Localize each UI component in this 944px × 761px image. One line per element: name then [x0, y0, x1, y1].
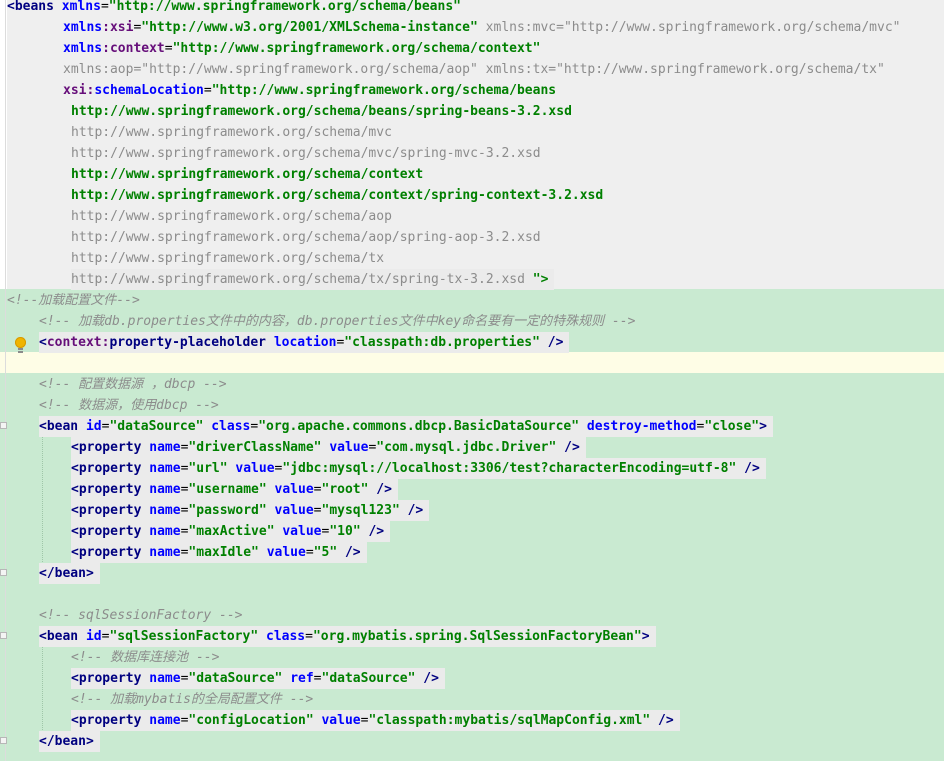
code-line-xmlns-xsi: xmlns:xsi="http://www.w3.org/2001/XMLSch… — [63, 20, 901, 35]
code-line-schema: http://www.springframework.org/schema/ao… — [71, 209, 392, 224]
comment-config-datasource: <!-- 配置数据源 ，dbcp --> — [39, 377, 227, 392]
indent-guide — [42, 436, 43, 562]
lightbulb-icon[interactable] — [15, 337, 26, 353]
comment-sqlsessionfactory: <!-- sqlSessionFactory --> — [39, 608, 243, 623]
code-line-xmlns-context: xmlns:context="http://www.springframewor… — [63, 41, 541, 56]
comment-mybatis-global-config: <!-- 加载mybatis的全局配置文件 --> — [71, 692, 314, 707]
code-line-schema-location: xsi:schemaLocation="http://www.springfra… — [63, 83, 557, 98]
code-line-schema: http://www.springframework.org/schema/mv… — [71, 146, 541, 161]
code-line-property-placeholder: <context:property-placeholder location="… — [39, 332, 570, 353]
comment-load-config: <!--加载配置文件--> — [7, 293, 140, 308]
caret-line-highlight — [0, 352, 944, 373]
fold-marker-bean-datasource[interactable] — [0, 422, 7, 429]
fold-marker-end-bean-datasource[interactable] — [0, 569, 7, 576]
code-line-xmlns-aop-tx: xmlns:aop="http://www.springframework.or… — [63, 62, 885, 77]
gutter-border — [5, 0, 6, 761]
code-line-bean-close: </bean> — [39, 563, 100, 584]
comment-load-db-properties: <!-- 加载db.properties文件中的内容，db.properties… — [39, 314, 636, 329]
code-line-property: <property name="password" value="mysql12… — [71, 500, 430, 521]
fold-marker-bean-ssf[interactable] — [0, 632, 7, 639]
code-line-bean-close: </bean> — [39, 731, 100, 752]
code-line-property: <property name="driverClassName" value="… — [71, 437, 586, 458]
code-line-schema: http://www.springframework.org/schema/tx — [71, 251, 385, 266]
code-line-schema: http://www.springframework.org/schema/ao… — [71, 230, 541, 245]
code-line-property: <property name="username" value="root" /… — [71, 479, 398, 500]
code-line-property-ref: <property name="dataSource" ref="dataSou… — [71, 668, 445, 689]
comment-datasource-dbcp: <!-- 数据源，使用dbcp --> — [39, 398, 219, 413]
code-line-schema: http://www.springframework.org/schema/be… — [71, 104, 572, 119]
code-line-beans-open: <beans xmlns="http://www.springframework… — [7, 0, 461, 14]
comment-connection-pool: <!-- 数据库连接池 --> — [71, 650, 220, 665]
code-line-property: <property name="maxActive" value="10" /> — [71, 521, 391, 542]
code-line-bean-datasource: <bean id="dataSource" class="org.apache.… — [39, 416, 773, 437]
code-line-schema: http://www.springframework.org/schema/co… — [71, 167, 424, 182]
code-line-property: <property name="url" value="jdbc:mysql:/… — [71, 458, 766, 479]
indent-guide — [42, 646, 43, 730]
code-line-property: <property name="maxIdle" value="5" /> — [71, 542, 367, 563]
code-line-schema: http://www.springframework.org/schema/mv… — [71, 125, 392, 140]
code-line-property-config: <property name="configLocation" value="c… — [71, 710, 680, 731]
fold-marker-end-bean-ssf[interactable] — [0, 737, 7, 744]
code-line-schema: http://www.springframework.org/schema/co… — [71, 188, 604, 203]
code-line-bean-ssf: <bean id="sqlSessionFactory" class="org.… — [39, 626, 656, 647]
code-line-schema-last: http://www.springframework.org/schema/tx… — [71, 269, 555, 290]
code-editor[interactable]: <beans xmlns="http://www.springframework… — [0, 0, 944, 761]
